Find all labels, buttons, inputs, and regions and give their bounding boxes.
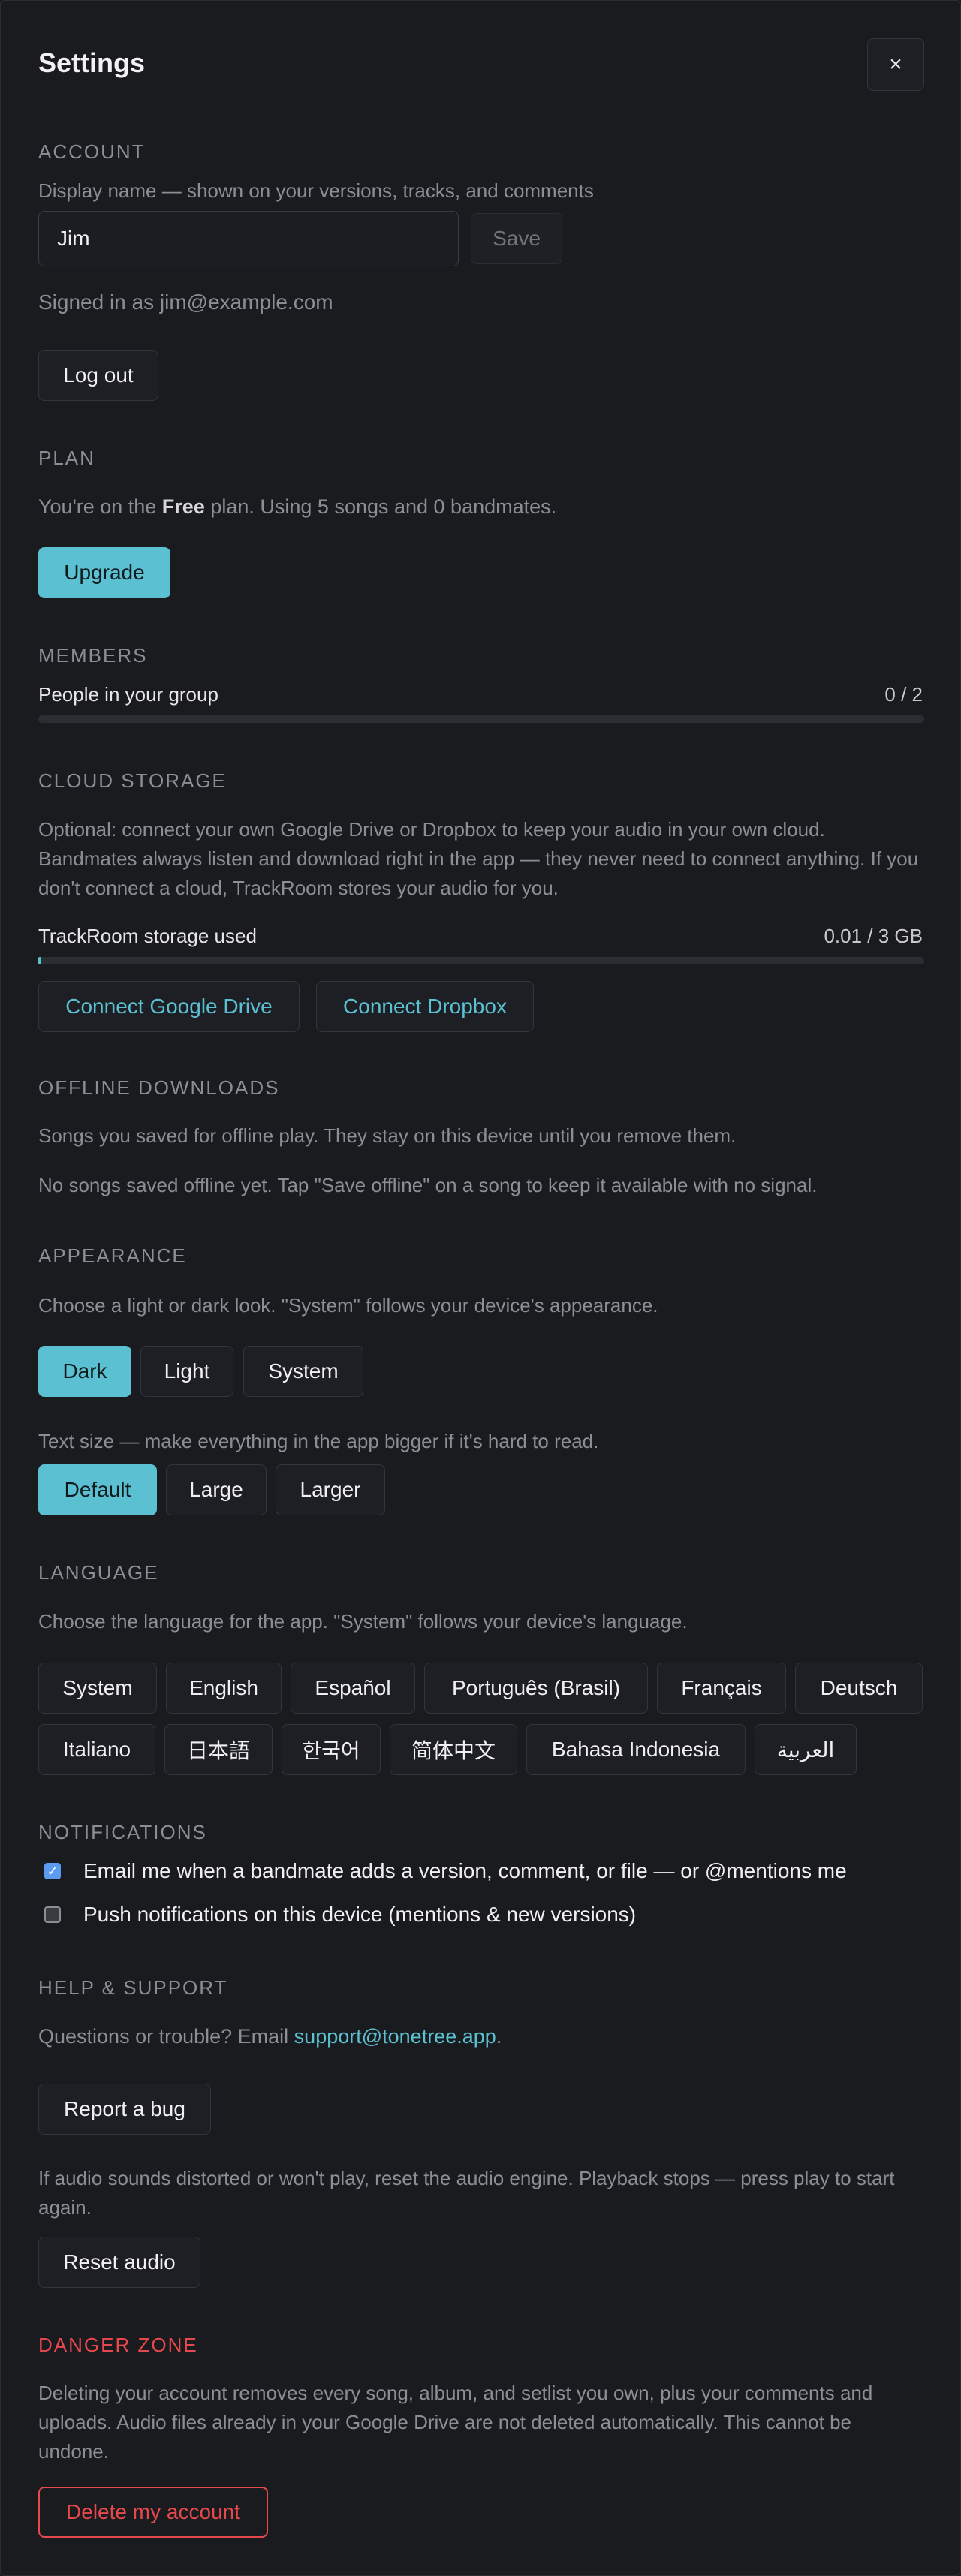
email-notification-label: Email me when a bandmate adds a version,… [83,1859,847,1882]
language-option-italiano[interactable]: Italiano [38,1724,155,1775]
language-description: Choose the language for the app. "System… [38,1610,688,1633]
theme-option-light[interactable]: Light [140,1346,233,1397]
push-notification-label: Push notifications on this device (menti… [83,1903,637,1926]
offline-section-label: OFFLINE DOWNLOADS [38,1076,280,1099]
danger-description: Deleting your account removes every song… [38,2382,873,2463]
language-option-english[interactable]: English [166,1663,282,1714]
offline-empty-text: No songs saved offline yet. Tap "Save of… [38,1174,818,1196]
appearance-section-label: APPEARANCE [38,1244,187,1267]
plan-text-before: You're on the [38,495,162,518]
language-option-portugues[interactable]: Português (Brasil) [424,1663,648,1714]
save-button[interactable]: Save [471,213,562,264]
close-button[interactable]: × [867,38,924,91]
close-icon: × [889,52,902,77]
language-option-system[interactable]: System [38,1663,157,1714]
storage-used-label: TrackRoom storage used [38,925,257,947]
language-option-espanol[interactable]: Español [291,1663,415,1714]
settings-header: Settings × [38,1,924,110]
text-size-large[interactable]: Large [166,1464,267,1515]
text-size-default[interactable]: Default [38,1464,157,1515]
support-question-end: . [496,2025,502,2048]
language-option-arabic[interactable]: العربية [755,1724,857,1775]
support-email-link[interactable]: support@tonetree.app [294,2025,496,2048]
settings-panel: Settings × ACCOUNT Display name — shown … [0,0,961,2576]
display-name-help: Display name — shown on your versions, t… [38,179,594,202]
push-notification-checkbox[interactable] [44,1906,61,1923]
text-size-larger[interactable]: Larger [276,1464,385,1515]
storage-progress-bar [38,957,924,964]
plan-name: Free [161,495,205,518]
plan-status-text: You're on the Free plan. Using 5 songs a… [38,492,924,522]
language-option-francais[interactable]: Français [657,1663,786,1714]
logout-button[interactable]: Log out [38,350,158,401]
signed-in-text: Signed in as jim@example.com [38,290,333,314]
connect-google-drive-button[interactable]: Connect Google Drive [38,981,300,1032]
support-text: Questions or trouble? Email support@tone… [38,2022,924,2051]
theme-option-dark[interactable]: Dark [38,1346,131,1397]
reset-audio-button[interactable]: Reset audio [38,2237,200,2288]
audio-help-text: If audio sounds distorted or won't play,… [38,2167,895,2219]
plan-text-after: plan. Using 5 songs and 0 bandmates. [204,495,557,518]
danger-section-label: DANGER ZONE [38,2334,198,2356]
email-notification-row[interactable]: ✓ Email me when a bandmate adds a versio… [44,1859,847,1883]
display-name-input[interactable] [38,211,459,266]
account-section-label: ACCOUNT [38,140,146,163]
plan-section-label: PLAN [38,447,95,469]
upgrade-button[interactable]: Upgrade [38,547,170,598]
connect-dropbox-button[interactable]: Connect Dropbox [316,981,534,1032]
members-count: 0 / 2 [884,683,923,706]
support-question: Questions or trouble? Email [38,2025,294,2048]
delete-account-button[interactable]: Delete my account [38,2487,268,2538]
members-people-label: People in your group [38,683,218,706]
report-bug-button[interactable]: Report a bug [38,2084,211,2135]
push-notification-row[interactable]: Push notifications on this device (menti… [44,1903,636,1927]
storage-progress-fill [38,957,41,964]
page-title: Settings [38,47,146,78]
help-section-label: HELP & SUPPORT [38,1976,228,1999]
members-progress-bar [38,715,924,723]
appearance-description: Choose a light or dark look. "System" fo… [38,1294,658,1317]
language-option-indonesian[interactable]: Bahasa Indonesia [526,1724,746,1775]
cloud-section-label: CLOUD STORAGE [38,769,227,792]
notifications-section-label: NOTIFICATIONS [38,1821,207,1843]
storage-used-value: 0.01 / 3 GB [824,925,923,947]
offline-description: Songs you saved for offline play. They s… [38,1124,737,1147]
members-section-label: MEMBERS [38,644,148,667]
cloud-description: Optional: connect your own Google Drive … [38,818,919,899]
language-option-korean[interactable]: 한국어 [282,1724,381,1775]
language-option-chinese[interactable]: 简体中文 [390,1724,517,1775]
theme-option-system[interactable]: System [243,1346,363,1397]
language-option-deutsch[interactable]: Deutsch [795,1663,923,1714]
language-section-label: LANGUAGE [38,1561,159,1584]
email-notification-checkbox[interactable]: ✓ [44,1863,61,1879]
text-size-help: Text size — make everything in the app b… [38,1430,599,1452]
language-option-japanese[interactable]: 日本語 [164,1724,273,1775]
